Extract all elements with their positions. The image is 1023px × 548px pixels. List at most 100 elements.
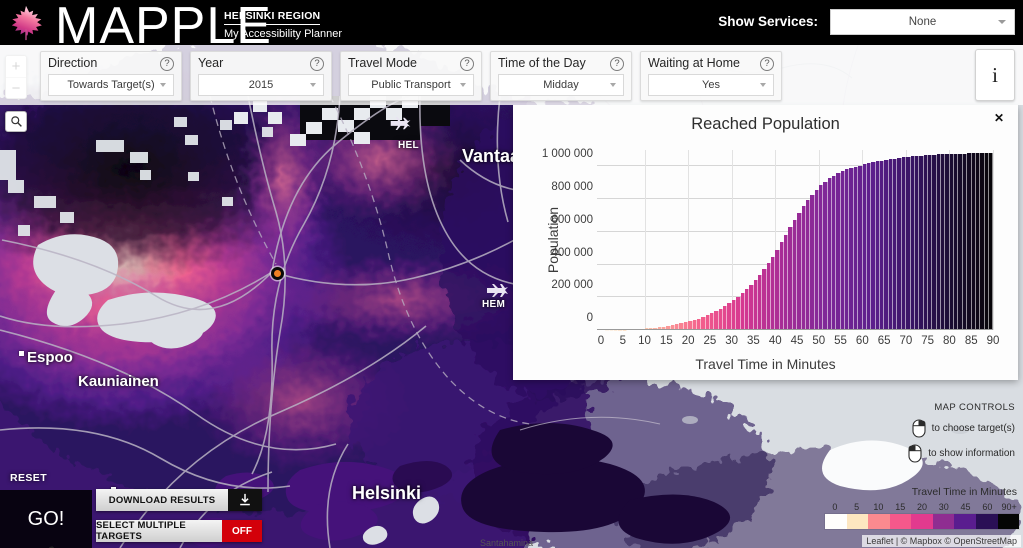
control-card-direction[interactable]: Direction ? Towards Target(s)	[40, 51, 182, 101]
chart-x-tick-label: 75	[921, 335, 935, 347]
help-icon-year[interactable]: ?	[310, 57, 324, 71]
legend-tick-label: 45	[960, 502, 971, 512]
mouse-right-click-icon	[908, 444, 922, 463]
control-select-waiting-at-home[interactable]: Yes	[648, 74, 774, 96]
control-value-waiting-at-home: Yes	[702, 79, 720, 91]
chart-x-axis-label: Travel Time in Minutes	[695, 356, 836, 372]
chevron-down-icon	[310, 83, 316, 87]
control-value-year: 2015	[248, 79, 274, 91]
map-attribution[interactable]: Leaflet | © Mapbox © OpenStreetMap	[862, 535, 1021, 547]
mouse-left-click-icon	[912, 419, 926, 438]
control-title-year: Year	[198, 56, 224, 70]
control-value-time-of-day: Midday	[543, 79, 579, 91]
legend-color-swatch	[911, 514, 933, 529]
show-services-select[interactable]: None	[830, 9, 1015, 35]
control-select-direction[interactable]: Towards Target(s)	[48, 74, 174, 96]
download-results-button[interactable]: DOWNLOAD RESULTS	[96, 489, 262, 511]
map-controls-hint-text-show-information: to show information	[928, 448, 1015, 459]
control-select-year[interactable]: 2015	[198, 74, 324, 96]
chart-x-tick-label: 60	[855, 335, 869, 347]
chevron-down-icon	[160, 83, 166, 87]
legend-color-swatch	[889, 514, 912, 529]
chart-y-tick-label: 200 000	[551, 279, 593, 292]
legend-color-swatch	[954, 514, 976, 529]
chart-x-axis-line	[597, 329, 993, 330]
legend-tick-label: 5	[854, 502, 860, 512]
chart-y-tick-label: 1 000 000	[541, 148, 593, 161]
legend-title: Travel Time in Minutes	[911, 486, 1017, 498]
map-search-button[interactable]	[5, 111, 27, 132]
reset-button[interactable]: RESET	[10, 472, 47, 484]
chart-x-tick-label: 30	[725, 335, 739, 347]
chart-y-tick-label: 800 000	[551, 181, 593, 194]
control-card-time-of-day[interactable]: Time of the Day ? Midday	[490, 51, 632, 101]
chart-x-tick-label: 25	[703, 335, 717, 347]
chart-x-tick-label: 45	[790, 335, 804, 347]
legend-color-bar	[824, 513, 1020, 530]
control-select-travel-mode[interactable]: Public Transport	[348, 74, 474, 96]
control-value-direction: Towards Target(s)	[67, 79, 155, 91]
legend-color-swatch	[997, 514, 1020, 529]
control-card-waiting-at-home[interactable]: Waiting at Home ? Yes	[640, 51, 782, 101]
legend-tick-label: 15	[895, 502, 906, 512]
chart-x-tick-label: 55	[834, 335, 847, 347]
app-header: MAPPLE HELSINKI REGION My Accessibility …	[0, 0, 1023, 55]
legend-color-swatch	[975, 514, 998, 529]
chart-x-tick-label: 65	[877, 335, 891, 347]
chart-x-tick-label: 70	[899, 335, 913, 347]
map-controls-hint-row-show-information: to show information	[908, 444, 1015, 463]
select-multiple-targets-toggle[interactable]: SELECT MULTIPLE TARGETS OFF	[96, 520, 262, 542]
select-multiple-targets-label: SELECT MULTIPLE TARGETS	[96, 520, 222, 542]
map-controls-hint-text-choose-target: to choose target(s)	[931, 423, 1015, 434]
help-icon-travel-mode[interactable]: ?	[460, 57, 474, 71]
chart-x-tick-label: 0	[597, 335, 605, 347]
select-multiple-targets-state[interactable]: OFF	[222, 520, 262, 542]
chart-y-tick-label: 600 000	[551, 213, 593, 226]
control-title-time-of-day: Time of the Day	[498, 56, 586, 70]
chart-x-tick-label: 20	[681, 335, 695, 347]
chart-x-tick-label: 90	[986, 335, 1000, 347]
chevron-down-icon	[760, 83, 766, 87]
control-select-time-of-day[interactable]: Midday	[498, 74, 624, 96]
reached-population-chart-panel: ✕ Reached Population Population 0 200 000…	[513, 105, 1018, 380]
search-icon	[10, 116, 22, 127]
chart-x-tick-label: 15	[659, 335, 673, 347]
chart-x-tick-label: 5	[619, 335, 626, 347]
chart-x-tick-label: 40	[768, 335, 782, 347]
help-icon-time-of-day[interactable]: ?	[610, 57, 624, 71]
chart-plot-area: 0 200 000 400 000 600 000 800 000 1 000 000 0…	[542, 148, 1000, 347]
chart-title: Reached Population	[691, 115, 840, 133]
travel-time-legend: Travel Time in Minutes 0 5 10 15 20 30 45 60 90+	[824, 486, 1020, 530]
control-title-travel-mode: Travel Mode	[348, 56, 418, 70]
control-title-waiting-at-home: Waiting at Home	[648, 56, 740, 70]
legend-color-swatch	[846, 514, 869, 529]
help-icon-direction[interactable]: ?	[160, 57, 174, 71]
legend-tick-labels: 0 5 10 15 20 30 45 60 90+	[824, 502, 1020, 513]
map-controls-hint: MAP CONTROLS to choose target(s) to show…	[908, 402, 1015, 463]
map-controls-hint-row-choose-target: to choose target(s)	[908, 419, 1015, 438]
info-button[interactable]: i	[975, 49, 1015, 101]
legend-tick-label: 20	[916, 502, 928, 512]
legend-tick-label: 0	[832, 502, 838, 512]
chart-x-tick-label: 10	[638, 335, 651, 347]
download-icon-wrapper[interactable]	[228, 489, 262, 511]
legend-color-swatch	[932, 514, 955, 529]
chart-bars	[601, 150, 994, 330]
brand-subtitle-block: HELSINKI REGION My Accessibility Planner	[224, 6, 344, 40]
control-card-year[interactable]: Year ? 2015	[190, 51, 332, 101]
selected-target-marker[interactable]	[271, 267, 284, 280]
legend-tick-label: 30	[938, 502, 949, 512]
download-results-label: DOWNLOAD RESULTS	[96, 489, 228, 511]
legend-tick-label: 90+	[1001, 502, 1017, 512]
legend-tick-label: 10	[873, 502, 884, 512]
help-icon-waiting-at-home[interactable]: ?	[760, 57, 774, 71]
chart-y-tick-label: 400 000	[551, 246, 593, 259]
show-services-value: None	[908, 16, 937, 28]
download-icon	[240, 493, 250, 506]
control-card-travel-mode[interactable]: Travel Mode ? Public Transport	[340, 51, 482, 101]
chevron-down-icon	[460, 83, 466, 87]
go-button[interactable]: GO!	[0, 490, 92, 548]
legend-color-swatch	[868, 514, 890, 529]
control-title-direction: Direction	[48, 56, 98, 70]
mapple-app: Vantaa HEL HEM Espoo Kauniainen Helsinki…	[0, 0, 1023, 548]
